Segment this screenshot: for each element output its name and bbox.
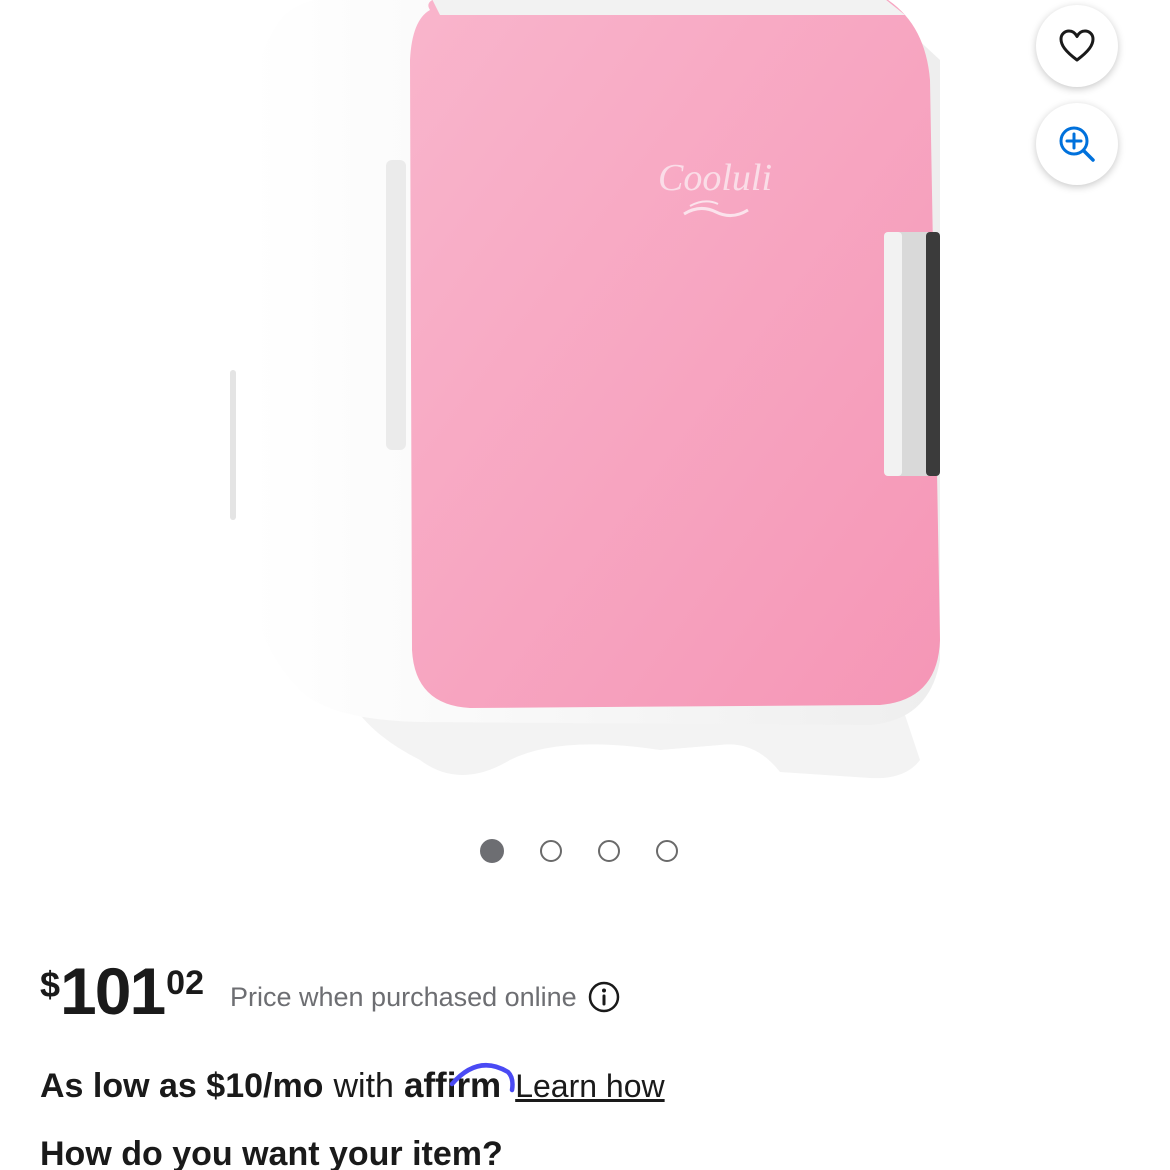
carousel-dot-4[interactable] xyxy=(656,840,678,862)
heart-icon xyxy=(1059,29,1095,62)
price-section: $ 101 02 Price when purchased online xyxy=(40,952,621,1024)
financing-prefix: As low as $10/mo xyxy=(40,1067,324,1105)
price-note-text: Price when purchased online xyxy=(229,981,577,1012)
zoom-button[interactable] xyxy=(1036,103,1118,185)
product-gallery[interactable]: Cooluli xyxy=(0,0,1170,900)
carousel-indicators xyxy=(480,839,678,863)
carousel-dot-3[interactable] xyxy=(598,840,620,862)
affirm-arc-icon xyxy=(449,1063,515,1093)
brand-logo-text: Cooluli xyxy=(658,157,772,199)
info-icon[interactable] xyxy=(587,980,621,1014)
favorite-button[interactable] xyxy=(1036,5,1118,87)
carousel-dot-2[interactable] xyxy=(540,840,562,862)
price-currency: $ xyxy=(40,964,61,1005)
financing-row: As low as $10/mo with affirm Learn how xyxy=(40,1063,665,1106)
carousel-dot-1[interactable] xyxy=(480,839,504,863)
zoom-in-icon xyxy=(1059,126,1095,162)
learn-how-link[interactable]: Learn how xyxy=(515,1068,664,1105)
affirm-logo: affirm xyxy=(404,1063,515,1106)
price-note: Price when purchased online xyxy=(230,980,621,1014)
price-dollars: 101 xyxy=(60,954,166,1028)
fulfillment-heading: How do you want your item? xyxy=(40,1135,503,1170)
price-cents: 02 xyxy=(166,964,204,1002)
product-image[interactable]: Cooluli xyxy=(0,0,1170,830)
financing-with: with xyxy=(333,1067,394,1105)
